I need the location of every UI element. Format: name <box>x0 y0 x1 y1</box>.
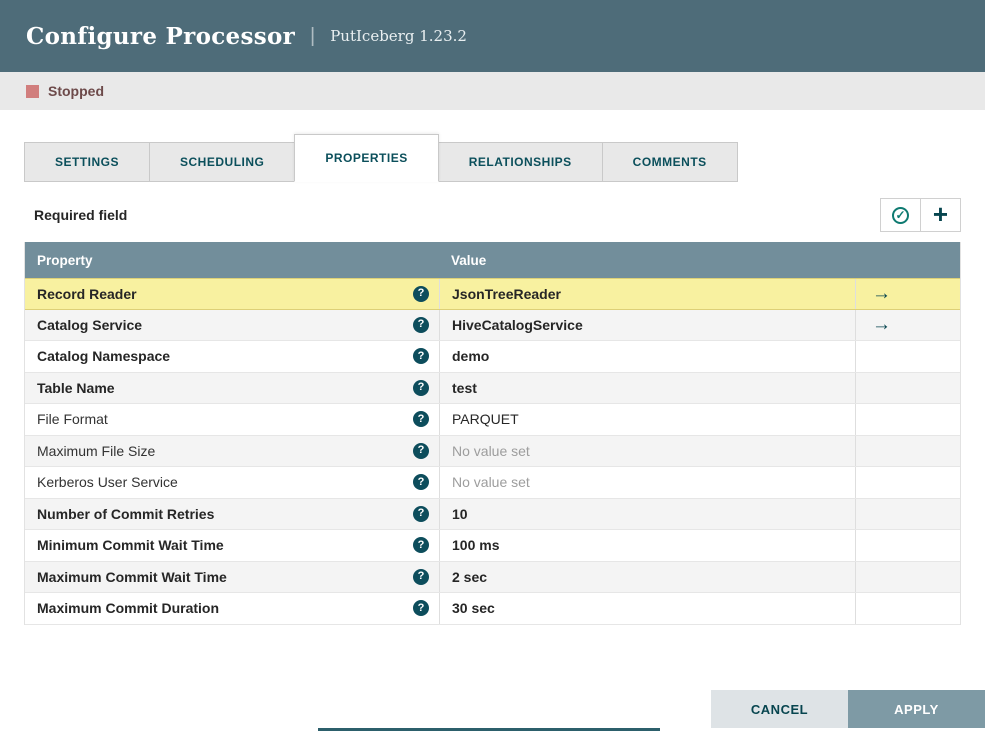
column-header-property: Property <box>37 252 93 268</box>
table-row[interactable]: Catalog Namespace? demo <box>25 341 960 373</box>
column-header-value: Value <box>451 252 487 268</box>
help-question-icon[interactable]: ? <box>413 379 429 396</box>
table-row[interactable]: Kerberos User Service? No value set <box>25 467 960 499</box>
table-row[interactable]: Maximum File Size? No value set <box>25 435 960 467</box>
property-value[interactable]: JsonTreeReader <box>439 279 855 309</box>
property-name: Record Reader <box>37 285 137 302</box>
table-row[interactable]: Record Reader? JsonTreeReader → <box>25 278 960 310</box>
dialog-footer: CANCEL APPLY <box>711 690 985 728</box>
help-question-icon[interactable]: ? <box>413 537 429 554</box>
row-actions-cell: → <box>855 309 960 340</box>
status-bar: Stopped <box>0 72 985 110</box>
dialog-title: Configure Processor <box>26 22 296 50</box>
property-value[interactable]: demo <box>439 341 855 372</box>
cancel-button[interactable]: CANCEL <box>711 690 848 728</box>
dialog-content: SETTINGS SCHEDULING PROPERTIES RELATIONSHIP… <box>0 110 985 625</box>
row-actions-cell <box>855 341 960 372</box>
property-cell: File Format? <box>25 404 439 435</box>
help-question-icon[interactable]: ? <box>413 348 429 365</box>
property-value[interactable]: 30 sec <box>439 593 855 624</box>
property-name: File Format <box>37 411 108 428</box>
property-cell: Maximum File Size? <box>25 436 439 467</box>
property-value[interactable]: 2 sec <box>439 561 855 592</box>
property-cell: Kerberos User Service? <box>25 467 439 498</box>
property-name: Table Name <box>37 379 115 396</box>
row-actions-cell <box>855 593 960 624</box>
help-question-icon[interactable]: ? <box>413 411 429 428</box>
help-question-icon[interactable]: ? <box>413 505 429 522</box>
property-cell: Maximum Commit Duration? <box>25 593 439 624</box>
property-cell: Catalog Service? <box>25 310 439 341</box>
row-actions-cell: → <box>855 279 960 309</box>
processor-name-version: PutIceberg 1.23.2 <box>330 27 467 45</box>
check-circle-icon: ✓ <box>892 206 909 224</box>
property-cell: Record Reader? <box>25 279 439 309</box>
status-label: Stopped <box>48 83 104 99</box>
property-value[interactable]: test <box>439 372 855 403</box>
apply-button[interactable]: APPLY <box>848 690 985 728</box>
row-actions-cell <box>855 404 960 435</box>
property-name: Number of Commit Retries <box>37 505 215 522</box>
help-question-icon[interactable]: ? <box>413 600 429 617</box>
go-to-service-arrow-icon[interactable]: → <box>872 284 891 303</box>
tab-properties[interactable]: PROPERTIES <box>294 134 439 182</box>
tab-scheduling[interactable]: SCHEDULING <box>149 142 296 182</box>
table-row[interactable]: Number of Commit Retries? 10 <box>25 498 960 530</box>
table-row[interactable]: Minimum Commit Wait Time? 100 ms <box>25 530 960 562</box>
tab-relationships[interactable]: RELATIONSHIPS <box>437 142 603 182</box>
property-cell: Catalog Namespace? <box>25 341 439 372</box>
property-name: Maximum Commit Wait Time <box>37 568 227 585</box>
row-actions-cell <box>855 435 960 466</box>
help-question-icon[interactable]: ? <box>413 474 429 491</box>
property-value[interactable]: 100 ms <box>439 530 855 561</box>
row-actions-cell <box>855 561 960 592</box>
property-value[interactable]: HiveCatalogService <box>439 309 855 340</box>
property-value[interactable]: PARQUET <box>439 404 855 435</box>
table-row[interactable]: Maximum Commit Duration? 30 sec <box>25 593 960 625</box>
property-cell: Number of Commit Retries? <box>25 499 439 530</box>
row-actions-cell <box>855 530 960 561</box>
properties-toolbar: Required field ✓ + <box>24 198 961 232</box>
row-actions-cell <box>855 498 960 529</box>
help-question-icon[interactable]: ? <box>413 285 429 302</box>
help-question-icon[interactable]: ? <box>413 442 429 459</box>
help-question-icon[interactable]: ? <box>413 568 429 585</box>
property-name: Maximum File Size <box>37 442 156 459</box>
property-cell: Maximum Commit Wait Time? <box>25 562 439 593</box>
configure-processor-dialog: Configure Processor | PutIceberg 1.23.2 … <box>0 0 985 731</box>
table-row[interactable]: Maximum Commit Wait Time? 2 sec <box>25 561 960 593</box>
property-table-body: Record Reader? JsonTreeReader → Catalog Ser… <box>25 278 960 625</box>
table-row[interactable]: File Format? PARQUET <box>25 404 960 436</box>
tab-comments[interactable]: COMMENTS <box>601 142 738 182</box>
help-question-icon[interactable]: ? <box>413 316 429 333</box>
property-cell: Minimum Commit Wait Time? <box>25 530 439 561</box>
property-name: Kerberos User Service <box>37 474 178 491</box>
property-name: Catalog Namespace <box>37 348 171 365</box>
go-to-service-arrow-icon[interactable]: → <box>872 315 891 334</box>
table-row[interactable]: Catalog Service? HiveCatalogService → <box>25 309 960 341</box>
tab-settings[interactable]: SETTINGS <box>24 142 151 182</box>
row-actions-cell <box>855 372 960 403</box>
dialog-header: Configure Processor | PutIceberg 1.23.2 <box>0 0 985 72</box>
stopped-status-icon <box>26 84 39 98</box>
property-name: Maximum Commit Duration <box>37 600 220 617</box>
add-property-button[interactable]: + <box>920 198 961 232</box>
property-name: Catalog Service <box>37 316 143 333</box>
tab-bar: SETTINGS SCHEDULING PROPERTIES RELATIONSHIP… <box>24 134 961 182</box>
property-name: Minimum Commit Wait Time <box>37 537 224 554</box>
row-actions-cell <box>855 467 960 498</box>
property-cell: Table Name? <box>25 373 439 404</box>
property-value[interactable]: 10 <box>439 498 855 529</box>
property-value[interactable]: No value set <box>439 435 855 466</box>
verify-properties-button[interactable]: ✓ <box>880 198 921 232</box>
required-field-label: Required field <box>34 207 128 223</box>
property-value[interactable]: No value set <box>439 467 855 498</box>
title-separator: | <box>310 24 316 47</box>
table-row[interactable]: Table Name? test <box>25 372 960 404</box>
table-header-row: Property Value <box>25 242 960 278</box>
properties-table: Property Value Record Reader? JsonTreeRea… <box>24 242 961 625</box>
property-action-buttons: ✓ + <box>880 198 961 232</box>
